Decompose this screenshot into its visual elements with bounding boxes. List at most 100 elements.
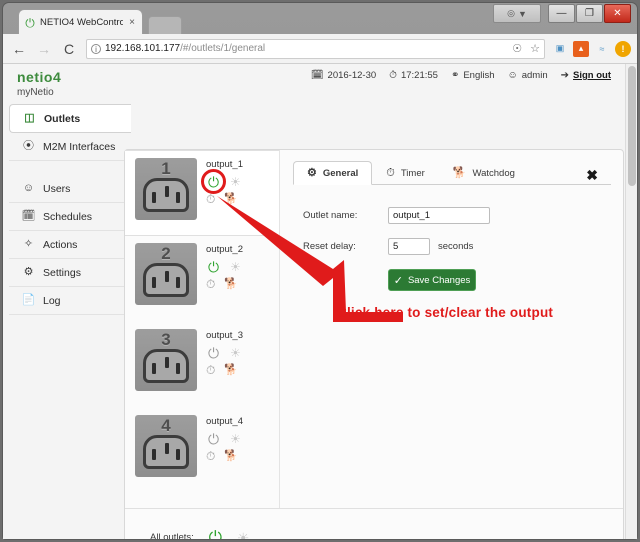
browser-window: ◎ ▼ — ❐ ✕ ⏻ NETIO4 WebControl × ← → C i (3, 3, 637, 539)
browser-tab-title: NETIO4 WebControl (40, 17, 124, 28)
watchdog-icon[interactable]: 🐕 (224, 450, 238, 462)
outlet-icon-row: ⏻ ☀ (206, 345, 243, 360)
page-scrollbar[interactable] (625, 64, 637, 539)
outlet-icon-row: ⏱ 🐕 (206, 193, 243, 205)
browser-tab[interactable]: ⏻ NETIO4 WebControl × (18, 9, 143, 35)
sidebar-item-label: M2M Interfaces (43, 140, 116, 153)
alert-icon[interactable]: ! (615, 40, 631, 57)
socket-icon: 3 (135, 329, 197, 391)
power-icon[interactable]: ⏻ (206, 259, 221, 274)
sidebar-item-log[interactable]: 📄 Log (9, 287, 131, 315)
socket-pin (152, 449, 156, 460)
flash-icon[interactable]: ☀ (230, 433, 241, 445)
user-text: admin (521, 70, 548, 81)
window-close-button[interactable]: ✕ (604, 4, 631, 23)
outlet-row[interactable]: 1 output_1 ⏻ ☀ ⏱ 🐕 (125, 150, 279, 236)
window-minimize-button[interactable]: — (548, 4, 575, 23)
window-controls: — ❐ ✕ (547, 4, 631, 23)
tab-general[interactable]: ⚙ General (293, 161, 373, 185)
forward-icon[interactable]: → (34, 39, 54, 59)
socket-pin (176, 277, 180, 288)
back-icon[interactable]: ← (9, 39, 29, 59)
power-icon[interactable]: ⏻ (206, 345, 221, 360)
outlet-meta: output_3 ⏻ ☀ ⏱ 🐕 (206, 329, 243, 380)
device-name: myNetio (17, 87, 54, 98)
sidebar-item-users[interactable]: ☺ Users (9, 175, 131, 203)
analytics-icon[interactable]: ▴ (573, 40, 589, 57)
filter-icon[interactable]: ☉ (512, 42, 522, 55)
tab-label: General (322, 167, 359, 179)
sign-out-button[interactable]: ➔ Sign out (561, 70, 611, 81)
new-tab-button[interactable] (148, 16, 182, 35)
tab-timer[interactable]: ⏱ Timer (372, 161, 439, 185)
power-icon[interactable]: ⏻ (201, 169, 226, 194)
save-changes-label: Save Changes (407, 274, 471, 286)
site-info-icon[interactable]: i (91, 43, 101, 54)
reset-delay-input[interactable] (388, 238, 430, 255)
watchdog-icon[interactable]: 🐕 (224, 364, 238, 376)
star-icon[interactable]: ☆ (530, 42, 540, 55)
outlet-name-input[interactable] (388, 207, 490, 224)
outlet-meta: output_4 ⏻ ☀ ⏱ 🐕 (206, 415, 243, 466)
socket-body (143, 178, 189, 212)
flash-icon[interactable]: ☀ (230, 176, 241, 188)
sidebar-item-settings[interactable]: ⚙ Settings (9, 259, 131, 287)
header-time-text: 17:21:55 (400, 70, 438, 81)
sidebar-item-m2m-interfaces[interactable]: ⦿ M2M Interfaces (9, 133, 131, 161)
clock-icon[interactable]: ⏱ (206, 364, 215, 376)
socket-pin (165, 186, 169, 197)
calendar-icon: 🗓 (21, 210, 36, 222)
flash-icon[interactable]: ☀ (230, 347, 241, 359)
document-icon: 📄 (21, 294, 36, 306)
close-icon[interactable]: × (127, 17, 137, 28)
check-icon: ✓ (393, 274, 403, 287)
power-icon: ⏻ (25, 15, 35, 30)
pocket-icon[interactable]: ▣ (552, 41, 568, 57)
scrollbar-thumb[interactable] (628, 66, 636, 186)
sidebar-item-actions[interactable]: ✧ Actions (9, 231, 131, 259)
watchdog-icon[interactable]: 🐕 (224, 193, 238, 205)
outlet-row[interactable]: 2 output_2 ⏻ ☀ ⏱ 🐕 (125, 236, 279, 322)
socket-body (143, 263, 189, 297)
outlet-detail-panel: ⚙ General ⏱ Timer 🐕 Watchdog ✖ Outlet na… (281, 150, 623, 508)
outlet-meta: output_2 ⏻ ☀ ⏱ 🐕 (206, 243, 243, 294)
url-host: 192.168.101.177 (105, 43, 181, 54)
calendar-icon: 🗓 (310, 69, 324, 81)
flash-icon[interactable]: ☀ (230, 261, 241, 273)
all-outlets-power-icon[interactable]: ⏻ (208, 529, 223, 539)
clock-icon[interactable]: ⏱ (206, 278, 215, 290)
outlet-row[interactable]: 4 output_4 ⏻ ☀ ⏱ 🐕 (125, 408, 279, 494)
sidebar-item-label: Outlets (44, 112, 81, 125)
power-icon[interactable]: ⏻ (206, 431, 221, 446)
socket-pin (165, 271, 169, 282)
netio-logo: netio4 (17, 69, 62, 85)
outlets-icon: ◫ (24, 112, 35, 124)
outlet-icon-row: ⏻ ☀ (206, 431, 243, 446)
clock-icon[interactable]: ⏱ (206, 450, 215, 462)
window-extra-controls[interactable]: ◎ ▼ (493, 4, 541, 23)
all-outlets-flash-icon[interactable]: ☀ (237, 531, 250, 540)
watchdog-icon[interactable]: 🐕 (224, 278, 238, 290)
sidebar-item-outlets[interactable]: ◫ Outlets (9, 104, 131, 133)
save-changes-button[interactable]: ✓ Save Changes (388, 269, 476, 291)
reload-icon[interactable]: C (59, 39, 79, 59)
tab-watchdog[interactable]: 🐕 Watchdog (439, 161, 529, 185)
logout-icon: ➔ (560, 69, 569, 81)
wave-icon[interactable]: ≈ (594, 41, 610, 57)
sidebar-item-label: Actions (43, 238, 78, 251)
close-icon[interactable]: ✖ (586, 168, 598, 182)
outlet-name-label: output_2 (206, 244, 243, 255)
sidebar-divider (9, 161, 131, 175)
outlet-row[interactable]: 3 output_3 ⏻ ☀ ⏱ 🐕 (125, 322, 279, 408)
current-user[interactable]: ☺ admin (508, 70, 548, 81)
outlet-icon-row: ⏻ ☀ (206, 259, 243, 274)
brand: netio4 myNetio (17, 69, 61, 98)
language-selector[interactable]: ⚭ English (451, 70, 495, 81)
socket-pin (152, 192, 156, 203)
network-icon: ⦿ (23, 140, 34, 152)
window-maximize-button[interactable]: ❐ (576, 4, 603, 23)
clock-icon[interactable]: ⏱ (206, 193, 215, 205)
sidebar-item-schedules[interactable]: 🗓 Schedules (9, 203, 131, 231)
outlet-number: 4 (161, 416, 171, 435)
address-bar[interactable]: i 192.168.101.177/#/outlets/1/general ☉ … (86, 38, 545, 59)
